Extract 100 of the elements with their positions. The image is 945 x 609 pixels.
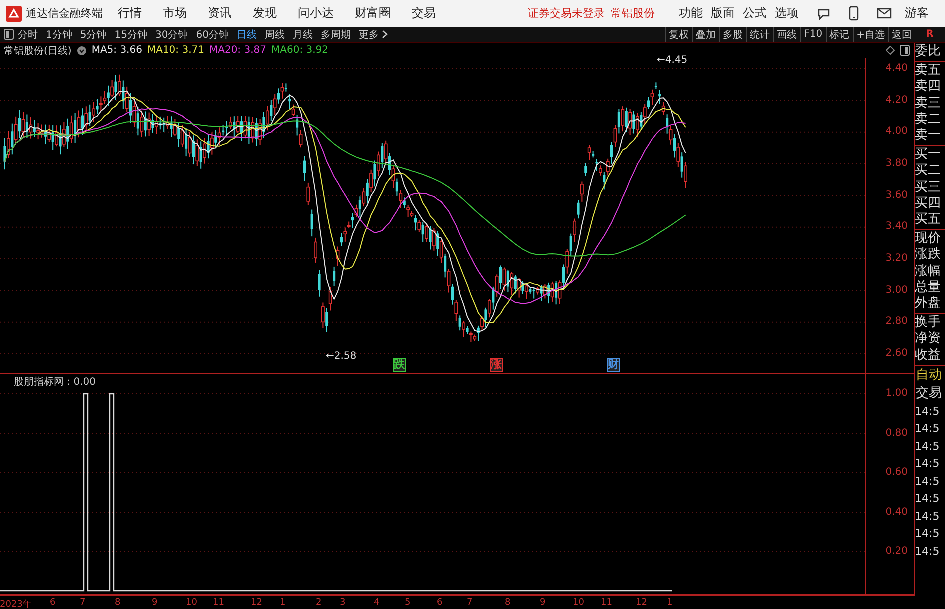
stock-title: 常铝股份(日线) — [4, 44, 72, 58]
axis-tick-label: 3.60 — [886, 188, 908, 203]
period-tab[interactable]: 60分钟 — [192, 27, 233, 42]
period-tab[interactable]: 15分钟 — [110, 27, 152, 42]
quote-field-label: 总量 — [915, 280, 942, 296]
menu-item[interactable]: 财富圈 — [355, 5, 391, 22]
period-tab[interactable]: 1分钟 — [42, 27, 76, 42]
trade-time: 14:5 — [915, 544, 941, 560]
diamond-icon[interactable] — [886, 46, 895, 55]
moving-average-value: MA20: 3.87 — [209, 45, 266, 56]
axis-tick-label: 0.80 — [886, 426, 908, 440]
quote-field-label: 委比 — [915, 44, 942, 60]
date-axis-label: 11 — [601, 598, 612, 608]
quote-field-label: 卖三 — [915, 96, 942, 112]
date-axis-label: 12 — [251, 598, 262, 608]
price-marker: ←2.58 — [326, 351, 357, 362]
date-axis-label: 2023年 — [0, 598, 32, 609]
date-axis-label: 10 — [186, 598, 198, 608]
quote-field-label: 买一 — [915, 147, 942, 164]
menu-item[interactable]: 功能 — [679, 5, 703, 22]
mail-icon[interactable] — [877, 8, 892, 19]
menu-item[interactable]: 发现 — [253, 5, 277, 22]
panel-toggle-icon[interactable] — [900, 45, 910, 56]
menu-item[interactable]: 市场 — [163, 5, 187, 22]
menu-item[interactable]: 问小达 — [298, 5, 334, 22]
date-axis-label: 10 — [573, 598, 584, 608]
menu-item[interactable]: 选项 — [775, 5, 799, 22]
trade-time: 14:5 — [915, 456, 941, 472]
period-tab[interactable]: 月线 — [288, 27, 317, 42]
more-button[interactable]: 更多 — [354, 27, 392, 42]
date-axis-label: 3 — [340, 598, 346, 608]
user-label[interactable]: 游客 — [905, 5, 929, 22]
date-axis-label: 1 — [667, 598, 673, 608]
date-axis-label: 8 — [115, 598, 121, 608]
trade-time: 14:5 — [915, 421, 941, 438]
quote-field-label: 买二 — [915, 163, 942, 180]
date-axis-label: 2 — [316, 598, 322, 608]
menu-item[interactable]: 交易 — [412, 5, 436, 22]
date-axis-label: 6 — [50, 598, 56, 608]
quote-field-label: 换手 — [915, 315, 942, 332]
chat-bubble-icon[interactable] — [817, 6, 831, 20]
quote-field-label: 涨幅 — [915, 264, 942, 280]
quote-field-label: 买四 — [915, 196, 942, 212]
tool-button[interactable]: +自选 — [852, 27, 888, 42]
price-marker: ←4.45 — [657, 55, 688, 66]
trade-time: 14:5 — [915, 491, 941, 508]
moving-average-value: MA10: 3.71 — [147, 45, 204, 56]
axis-tick-label: 3.00 — [886, 284, 908, 298]
menu-item[interactable]: 行情 — [118, 5, 142, 22]
moving-average-value: MA60: 3.92 — [272, 45, 329, 56]
menu-item[interactable]: 版面 — [711, 5, 735, 22]
axis-tick-label: 0.20 — [886, 545, 908, 559]
menu-item[interactable]: 资讯 — [208, 5, 232, 22]
quote-field-label: 卖二 — [915, 112, 942, 128]
phone-icon[interactable] — [849, 6, 859, 21]
period-tab[interactable]: 日线 — [232, 27, 261, 42]
status-notice[interactable]: 证券交易未登录 — [528, 6, 605, 21]
trade-time: 14:5 — [915, 404, 941, 420]
axis-tick-label: 0.60 — [886, 466, 908, 480]
signal-label: 跌 — [393, 358, 406, 372]
quote-field-label: 卖四 — [915, 79, 942, 96]
period-tab[interactable]: 周线 — [260, 27, 289, 42]
dropdown-circle-icon[interactable] — [76, 46, 87, 56]
date-axis-label: 11 — [213, 598, 224, 608]
indicator-title: 股朋指标网 : 0.00 — [14, 376, 96, 389]
menu-item[interactable]: 公式 — [743, 5, 767, 22]
axis-tick-label: 3.80 — [886, 157, 908, 171]
signal-label: 涨 — [490, 358, 503, 372]
quote-field-label: 净资 — [915, 331, 942, 348]
axis-tick-label: 4.00 — [886, 125, 908, 140]
axis-tick-label: 2.60 — [886, 347, 908, 362]
date-axis-label: 1 — [280, 598, 286, 608]
axis-tick-label: 3.40 — [886, 220, 908, 234]
app-logo-icon — [6, 6, 22, 22]
quote-field-label: 现价 — [915, 231, 942, 248]
date-axis-label: 4 — [374, 598, 380, 608]
trade-time: 14:5 — [915, 438, 941, 455]
axis-tick-label: 1.00 — [886, 387, 908, 401]
trade-time: 14:5 — [915, 474, 941, 490]
period-tab[interactable]: 多周期 — [316, 27, 355, 42]
period-tab[interactable]: 5分钟 — [76, 27, 111, 42]
quote-tab[interactable]: 自动 — [915, 366, 945, 385]
quote-field-label: 收益 — [915, 348, 942, 364]
quote-field-label: 外盘 — [915, 296, 942, 312]
date-axis-label: 7 — [467, 598, 473, 608]
date-axis-label: 5 — [405, 598, 411, 608]
date-axis-label: 8 — [505, 598, 511, 608]
panel-toggle-icon[interactable] — [4, 29, 14, 40]
panel-mark[interactable]: R — [915, 29, 945, 40]
quote-tab[interactable]: 交易 — [915, 384, 945, 403]
quote-field-label: 买三 — [915, 180, 942, 196]
app-name: 通达信金融终端 — [26, 6, 103, 21]
quote-field-label: 买五 — [915, 212, 942, 228]
status-notice[interactable]: 常铝股份 — [611, 6, 655, 21]
date-axis-label: 9 — [540, 598, 546, 608]
axis-tick-label: 0.40 — [886, 506, 908, 520]
quote-field-label: 卖五 — [915, 63, 942, 79]
period-tab[interactable]: 30分钟 — [151, 27, 192, 42]
period-tab[interactable]: 分时 — [14, 27, 42, 42]
signal-label: 财 — [607, 358, 620, 372]
